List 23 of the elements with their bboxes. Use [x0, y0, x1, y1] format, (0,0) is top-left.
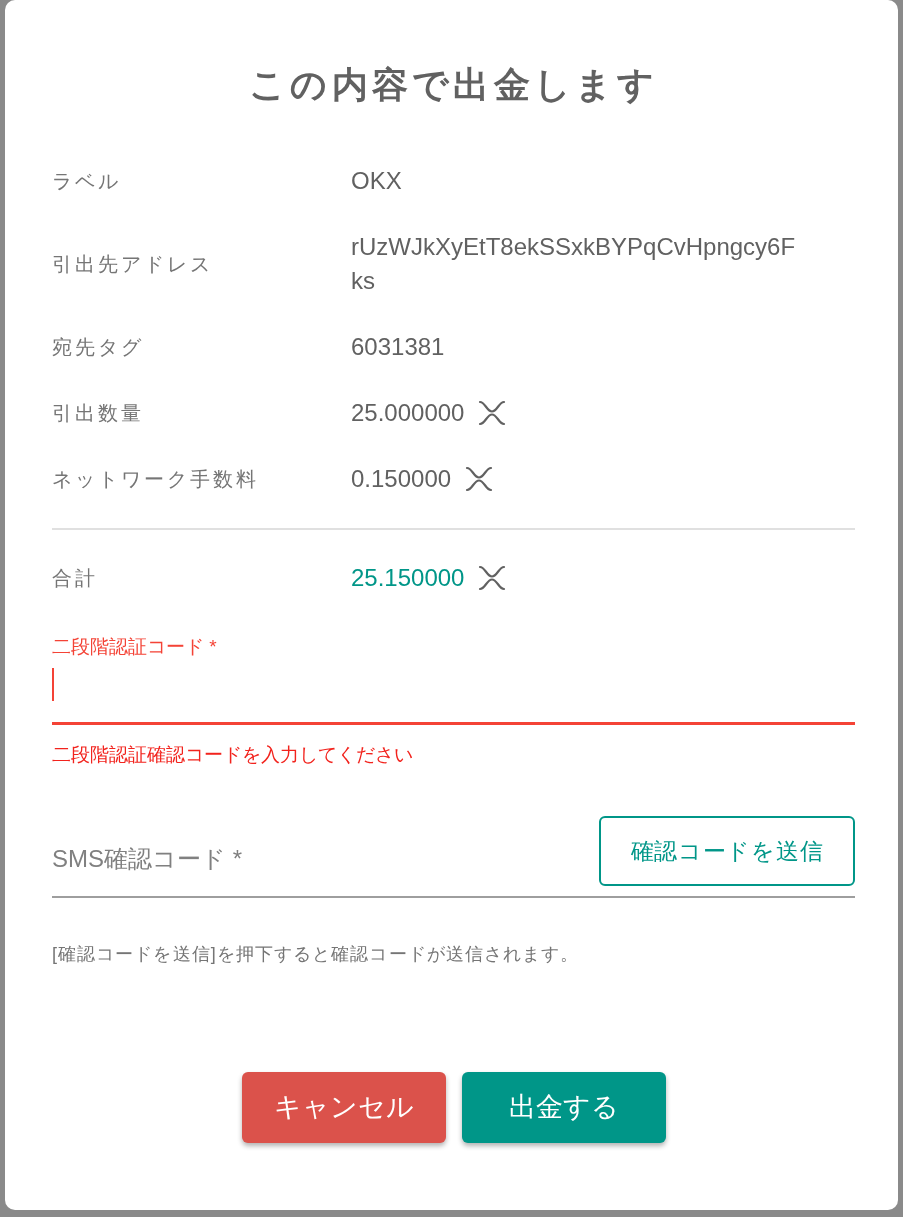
sms-code-field[interactable]: SMS確認コード * 確認コードを送信 — [52, 816, 855, 898]
detail-label: 引出先アドレス — [52, 252, 214, 277]
send-code-button[interactable]: 確認コードを送信 — [599, 816, 855, 886]
dialog-title: この内容で出金します — [247, 63, 660, 107]
error-message: 二段階認証確認コードを入力してください — [52, 743, 414, 767]
detail-value: 6031381 — [351, 333, 445, 360]
field-label: 二段階認証コード * — [52, 635, 218, 659]
detail-label: 宛先タグ — [52, 335, 145, 360]
total-amount: 25.150000 — [351, 563, 465, 593]
amount-value: 25.000000 — [351, 398, 465, 428]
currency-x-icon — [478, 400, 507, 426]
withdraw-button[interactable]: 出金する — [461, 1072, 666, 1143]
detail-value: OKX — [351, 167, 402, 194]
hint-text: [確認コードを送信]を押下すると確認コードが送信されます。 — [52, 943, 581, 966]
detail-label: 引出数量 — [52, 401, 145, 426]
currency-x-icon — [465, 466, 494, 492]
detail-label: ラベル — [52, 169, 122, 194]
detail-value: rUzWJkXyEtT8ekSSxkBYPqCvHpngcy6Fks — [351, 233, 796, 294]
currency-x-icon — [478, 565, 507, 591]
amount-value: 0.150000 — [351, 464, 452, 494]
detail-label: ネットワーク手数料 — [52, 467, 260, 492]
cancel-button[interactable]: キャンセル — [241, 1072, 446, 1143]
total-label: 合計 — [52, 566, 99, 591]
